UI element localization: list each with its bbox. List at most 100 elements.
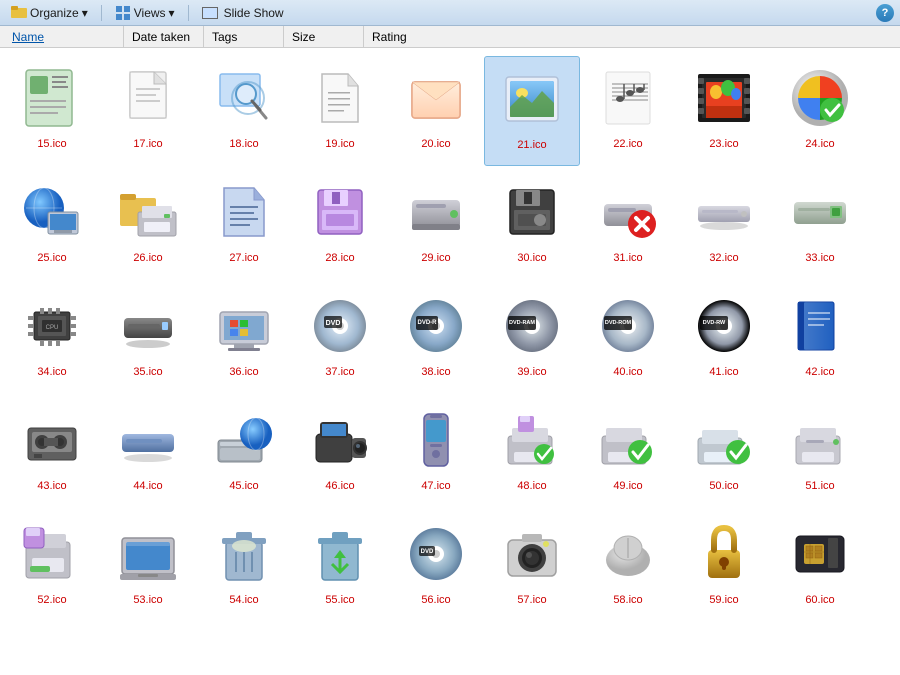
icon-42[interactable]: 42.ico <box>772 284 868 394</box>
icon-26[interactable]: 26.ico <box>100 170 196 280</box>
icon-30-label: 30.ico <box>517 252 546 265</box>
icon-grid[interactable]: 15.ico 17.ico <box>0 48 900 675</box>
icon-54[interactable]: 54.ico <box>196 512 292 622</box>
icon-58[interactable]: 58.ico <box>580 512 676 622</box>
views-icon <box>115 5 131 21</box>
icon-52[interactable]: 52.ico <box>4 512 100 622</box>
icon-21[interactable]: 21.ico <box>484 56 580 166</box>
icon-23[interactable]: 23.ico <box>676 56 772 166</box>
icon-24[interactable]: 24.ico <box>772 56 868 166</box>
icon-27-label: 27.ico <box>229 252 258 265</box>
icon-48-label: 48.ico <box>517 480 546 493</box>
toolbar: Organize ▾ Views ▾ Slide Show ? <box>0 0 900 26</box>
icon-59-label: 59.ico <box>709 594 738 607</box>
icon-15[interactable]: 15.ico <box>4 56 100 166</box>
icon-27[interactable]: 27.ico <box>196 170 292 280</box>
icon-45-label: 45.ico <box>229 480 258 493</box>
icon-34[interactable]: CPU 34.ico <box>4 284 100 394</box>
icon-39-label: 39.ico <box>517 366 546 379</box>
views-button[interactable]: Views ▾ <box>110 3 180 23</box>
icon-36[interactable]: 36.ico <box>196 284 292 394</box>
icon-57-label: 57.ico <box>517 594 546 607</box>
icon-46[interactable]: 46.ico <box>292 398 388 508</box>
icon-59[interactable]: 59.ico <box>676 512 772 622</box>
icon-54-label: 54.ico <box>229 594 258 607</box>
organize-button[interactable]: Organize ▾ <box>6 3 93 23</box>
icon-57[interactable]: 57.ico <box>484 512 580 622</box>
icon-row-5: 52.ico 53.ico <box>4 512 896 622</box>
svg-text:DVD-RW: DVD-RW <box>703 320 726 326</box>
help-button[interactable]: ? <box>876 4 894 22</box>
icon-50[interactable]: 50.ico <box>676 398 772 508</box>
icon-31[interactable]: 31.ico <box>580 170 676 280</box>
icon-35-label: 35.ico <box>133 366 162 379</box>
svg-text:DVD-RAM: DVD-RAM <box>509 320 535 326</box>
svg-text:DVD-R: DVD-R <box>418 320 438 326</box>
icon-32-label: 32.ico <box>709 252 738 265</box>
slideshow-button[interactable]: Slide Show <box>197 4 289 22</box>
icon-37[interactable]: DVD 37.ico <box>292 284 388 394</box>
icon-32[interactable]: 32.ico <box>676 170 772 280</box>
icon-47-label: 47.ico <box>421 480 450 493</box>
icon-46-label: 46.ico <box>325 480 354 493</box>
icon-55[interactable]: 55.ico <box>292 512 388 622</box>
icon-51[interactable]: 51.ico <box>772 398 868 508</box>
icon-17[interactable]: 17.ico <box>100 56 196 166</box>
icon-20-label: 20.ico <box>421 138 450 151</box>
icon-19-label: 19.ico <box>325 138 354 151</box>
svg-text:DVD: DVD <box>421 549 434 555</box>
icon-28-label: 28.ico <box>325 252 354 265</box>
col-tags[interactable]: Tags <box>204 26 284 47</box>
col-date-taken[interactable]: Date taken <box>124 26 204 47</box>
icon-49-label: 49.ico <box>613 480 642 493</box>
icon-53-label: 53.ico <box>133 594 162 607</box>
icon-38[interactable]: DVD-R 38.ico <box>388 284 484 394</box>
icon-22[interactable]: 22.ico <box>580 56 676 166</box>
icon-36-label: 36.ico <box>229 366 258 379</box>
icon-29[interactable]: 29.ico <box>388 170 484 280</box>
icon-row-4: 43.ico <box>4 398 896 508</box>
icon-25[interactable]: 25.ico <box>4 170 100 280</box>
icon-row-2: 25.ico 26.ico <box>4 170 896 280</box>
icon-52-label: 52.ico <box>37 594 66 607</box>
icon-41[interactable]: DVD-RW 41.ico <box>676 284 772 394</box>
icon-56[interactable]: DVD 56.ico <box>388 512 484 622</box>
organize-icon <box>11 5 27 21</box>
icon-18[interactable]: 18.ico <box>196 56 292 166</box>
icon-26-label: 26.ico <box>133 252 162 265</box>
icon-51-label: 51.ico <box>805 480 834 493</box>
icon-21-label: 21.ico <box>517 139 546 152</box>
icon-48[interactable]: 48.ico <box>484 398 580 508</box>
icon-40[interactable]: DVD-ROM 40.ico <box>580 284 676 394</box>
icon-49[interactable]: 49.ico <box>580 398 676 508</box>
col-name[interactable]: Name <box>4 26 124 47</box>
icon-23-label: 23.ico <box>709 138 738 151</box>
icon-39[interactable]: DVD-RAM 39.ico <box>484 284 580 394</box>
views-dropdown-icon: ▾ <box>169 6 175 20</box>
icon-25-label: 25.ico <box>37 252 66 265</box>
icon-44-label: 44.ico <box>133 480 162 493</box>
icon-43[interactable]: 43.ico <box>4 398 100 508</box>
icon-55-label: 55.ico <box>325 594 354 607</box>
icon-33[interactable]: 33.ico <box>772 170 868 280</box>
icon-30[interactable]: 30.ico <box>484 170 580 280</box>
icon-28[interactable]: 28.ico <box>292 170 388 280</box>
icon-58-label: 58.ico <box>613 594 642 607</box>
svg-text:CPU: CPU <box>46 325 59 331</box>
icon-44[interactable]: 44.ico <box>100 398 196 508</box>
icon-17-label: 17.ico <box>133 138 162 151</box>
icon-47[interactable]: 47.ico <box>388 398 484 508</box>
col-rating[interactable]: Rating <box>364 26 444 47</box>
svg-text:DVD: DVD <box>326 320 341 327</box>
slideshow-label: Slide Show <box>224 6 284 20</box>
icon-41-label: 41.ico <box>709 366 738 379</box>
icon-35[interactable]: 35.ico <box>100 284 196 394</box>
icon-53[interactable]: 53.ico <box>100 512 196 622</box>
divider-1 <box>101 5 102 21</box>
icon-20[interactable]: 20.ico <box>388 56 484 166</box>
icon-60[interactable]: 60.ico <box>772 512 868 622</box>
icon-45[interactable]: 45.ico <box>196 398 292 508</box>
icon-19[interactable]: 19.ico <box>292 56 388 166</box>
icon-56-label: 56.ico <box>421 594 450 607</box>
col-size[interactable]: Size <box>284 26 364 47</box>
